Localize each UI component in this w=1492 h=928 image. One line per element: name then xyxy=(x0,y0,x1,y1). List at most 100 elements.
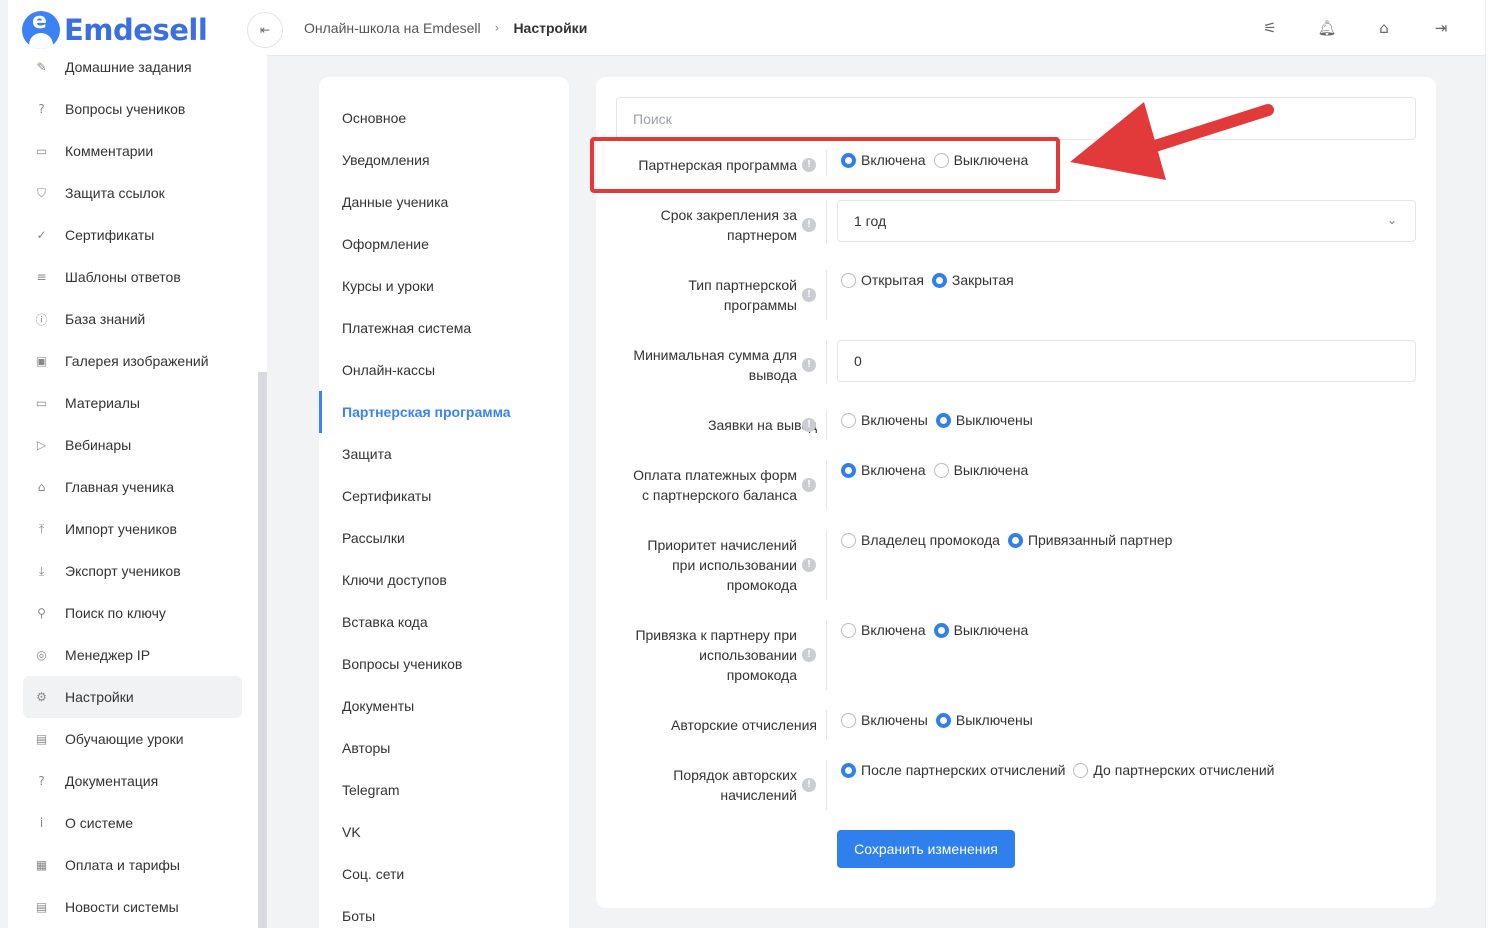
sidebar-item[interactable]: ▣ Галерея изображений xyxy=(23,340,242,382)
settings-nav-item[interactable]: Боты xyxy=(319,895,569,928)
sidebar-item-label: Шаблоны ответов xyxy=(65,269,181,285)
settings-nav-item[interactable]: Документы xyxy=(319,685,569,727)
pencil-icon: ✎ xyxy=(36,60,47,74)
radio-checked-icon[interactable] xyxy=(931,272,947,288)
settings-nav-item[interactable]: Оформление xyxy=(319,223,569,265)
info-icon[interactable]: ! xyxy=(802,478,816,492)
home-settings-icon[interactable]: ⌂ xyxy=(1374,18,1394,38)
radio-option[interactable]: Включена xyxy=(841,622,926,638)
info-icon[interactable]: ! xyxy=(802,218,816,232)
radio-option[interactable]: Выключены xyxy=(935,412,1033,428)
sidebar-item[interactable]: ⤓ Экспорт учеников xyxy=(23,550,242,592)
sidebar-item[interactable]: ▦ Оплата и тарифы xyxy=(23,844,242,886)
settings-nav-item[interactable]: Уведомления xyxy=(319,139,569,181)
divider xyxy=(826,460,827,510)
radio-checked-icon[interactable] xyxy=(935,712,951,728)
settings-nav-item[interactable]: Вставка кода xyxy=(319,601,569,643)
radio-option[interactable]: Владелец промокода xyxy=(841,532,1000,548)
radio-unchecked-icon[interactable] xyxy=(841,412,856,428)
settings-nav-item[interactable]: Соц. сети xyxy=(319,853,569,895)
info-icon[interactable]: ! xyxy=(802,558,816,572)
bell-icon[interactable]: 🔔︎ xyxy=(1317,18,1337,38)
sidebar-item-label: База знаний xyxy=(65,311,146,327)
radio-unchecked-icon[interactable] xyxy=(841,712,856,728)
collapse-sidebar-button[interactable]: ⇤ xyxy=(247,12,283,48)
radio-unchecked-icon[interactable] xyxy=(841,272,856,288)
sidebar-item[interactable]: ⚙ Настройки xyxy=(23,676,242,718)
sliders-icon[interactable]: ⚟ xyxy=(1260,18,1280,38)
sidebar-item[interactable]: ▷ Вебинары xyxy=(23,424,242,466)
settings-nav-item[interactable]: VK xyxy=(319,811,569,853)
settings-nav-item[interactable]: Telegram xyxy=(319,769,569,811)
breadcrumb-current: Настройки xyxy=(513,20,588,36)
promo-binding-label: Привязка к партнеру при использовании пром… xyxy=(635,627,797,683)
info-icon[interactable]: ! xyxy=(802,418,816,432)
radio-unchecked-icon[interactable] xyxy=(1073,762,1089,778)
logout-icon[interactable]: ⇥ xyxy=(1431,18,1451,38)
settings-nav-item[interactable]: Ключи доступов xyxy=(319,559,569,601)
settings-nav-item[interactable]: Партнерская программа xyxy=(319,391,569,433)
radio-option[interactable]: Выключены xyxy=(935,712,1033,728)
sidebar-item[interactable]: ▭ Материалы xyxy=(23,382,242,424)
settings-nav-item[interactable]: Данные ученика xyxy=(319,181,569,223)
binding-period-select[interactable]: 1 год ⌄ xyxy=(837,200,1416,242)
sidebar-item[interactable]: ▤ Новости системы xyxy=(23,886,242,928)
sidebar-item[interactable]: ▭ Комментарии xyxy=(23,130,242,172)
sidebar-item-label: Вопросы учеников xyxy=(65,101,186,117)
settings-nav-item[interactable]: Рассылки xyxy=(319,517,569,559)
settings-nav-item[interactable]: Онлайн-кассы xyxy=(319,349,569,391)
sidebar-item[interactable]: ✎ Домашние задания xyxy=(23,46,242,88)
sidebar-item[interactable]: ⤒ Импорт учеников xyxy=(23,508,242,550)
radio-option[interactable]: Выключена xyxy=(933,462,1028,478)
settings-nav-item[interactable]: Защита xyxy=(319,433,569,475)
radio-option[interactable]: Привязанный партнер xyxy=(1007,532,1172,548)
sidebar-item[interactable]: ▤ Обучающие уроки xyxy=(23,718,242,760)
save-changes-button[interactable]: Сохранить изменения xyxy=(837,830,1015,868)
image-icon: ▣ xyxy=(35,354,48,368)
settings-nav-item[interactable]: Авторы xyxy=(319,727,569,769)
radio-label: После партнерских отчислений xyxy=(861,762,1066,778)
radio-unchecked-icon[interactable] xyxy=(841,532,856,548)
info-icon[interactable]: ! xyxy=(802,358,816,372)
breadcrumb-link[interactable]: Онлайн-школа на Emdesell xyxy=(304,20,481,36)
sidebar-item[interactable]: ◎ Менеджер IP xyxy=(23,634,242,676)
radio-option[interactable]: Включена xyxy=(841,462,926,478)
info-icon[interactable]: ! xyxy=(802,288,816,302)
sidebar-item[interactable]: ? Документация xyxy=(23,760,242,802)
info-icon[interactable]: ! xyxy=(802,648,816,662)
settings-nav-item[interactable]: Основное xyxy=(319,97,569,139)
radio-checked-icon[interactable] xyxy=(933,622,949,638)
radio-checked-icon[interactable] xyxy=(841,462,856,478)
sidebar-item[interactable]: ≡ Шаблоны ответов xyxy=(23,256,242,298)
sidebar-scrollbar[interactable] xyxy=(258,372,267,928)
settings-nav-item[interactable]: Вопросы учеников xyxy=(319,643,569,685)
radio-unchecked-icon[interactable] xyxy=(841,622,856,638)
radio-checked-icon[interactable] xyxy=(935,412,951,428)
logo[interactable]: e Emdesell xyxy=(22,10,208,50)
sidebar-item[interactable]: ⚲ Поиск по ключу xyxy=(23,592,242,634)
radio-option[interactable]: После партнерских отчислений xyxy=(841,762,1065,778)
min-withdraw-input[interactable]: 0 xyxy=(837,340,1416,382)
radio-option[interactable]: До партнерских отчислений xyxy=(1073,762,1274,778)
divider xyxy=(826,710,827,740)
sidebar-item[interactable]: ✓ Сертификаты xyxy=(23,214,242,256)
radio-checked-icon[interactable] xyxy=(1007,532,1023,548)
sidebar-item[interactable]: i О системе xyxy=(23,802,242,844)
radio-option[interactable]: Закрытая xyxy=(931,272,1014,288)
settings-nav-item[interactable]: Платежная система xyxy=(319,307,569,349)
radio-unchecked-icon[interactable] xyxy=(933,462,949,478)
radio-checked-icon[interactable] xyxy=(841,762,856,778)
sidebar-item[interactable]: ⓘ База знаний xyxy=(23,298,242,340)
sidebar-item[interactable]: ⛉ Защита ссылок xyxy=(23,172,242,214)
sidebar-item[interactable]: ? Вопросы учеников xyxy=(23,88,242,130)
radio-option[interactable]: Включены xyxy=(841,412,928,428)
radio-option[interactable]: Открытая xyxy=(841,272,924,288)
settings-nav-item[interactable]: Курсы и уроки xyxy=(319,265,569,307)
search-input[interactable] xyxy=(616,97,1416,140)
settings-nav-item[interactable]: Сертификаты xyxy=(319,475,569,517)
gear-icon: ⚙ xyxy=(36,690,47,704)
sidebar-item[interactable]: ⌂ Главная ученика xyxy=(23,466,242,508)
radio-option[interactable]: Выключена xyxy=(933,622,1028,638)
info-icon[interactable]: ! xyxy=(802,778,816,792)
radio-option[interactable]: Включены xyxy=(841,712,928,728)
